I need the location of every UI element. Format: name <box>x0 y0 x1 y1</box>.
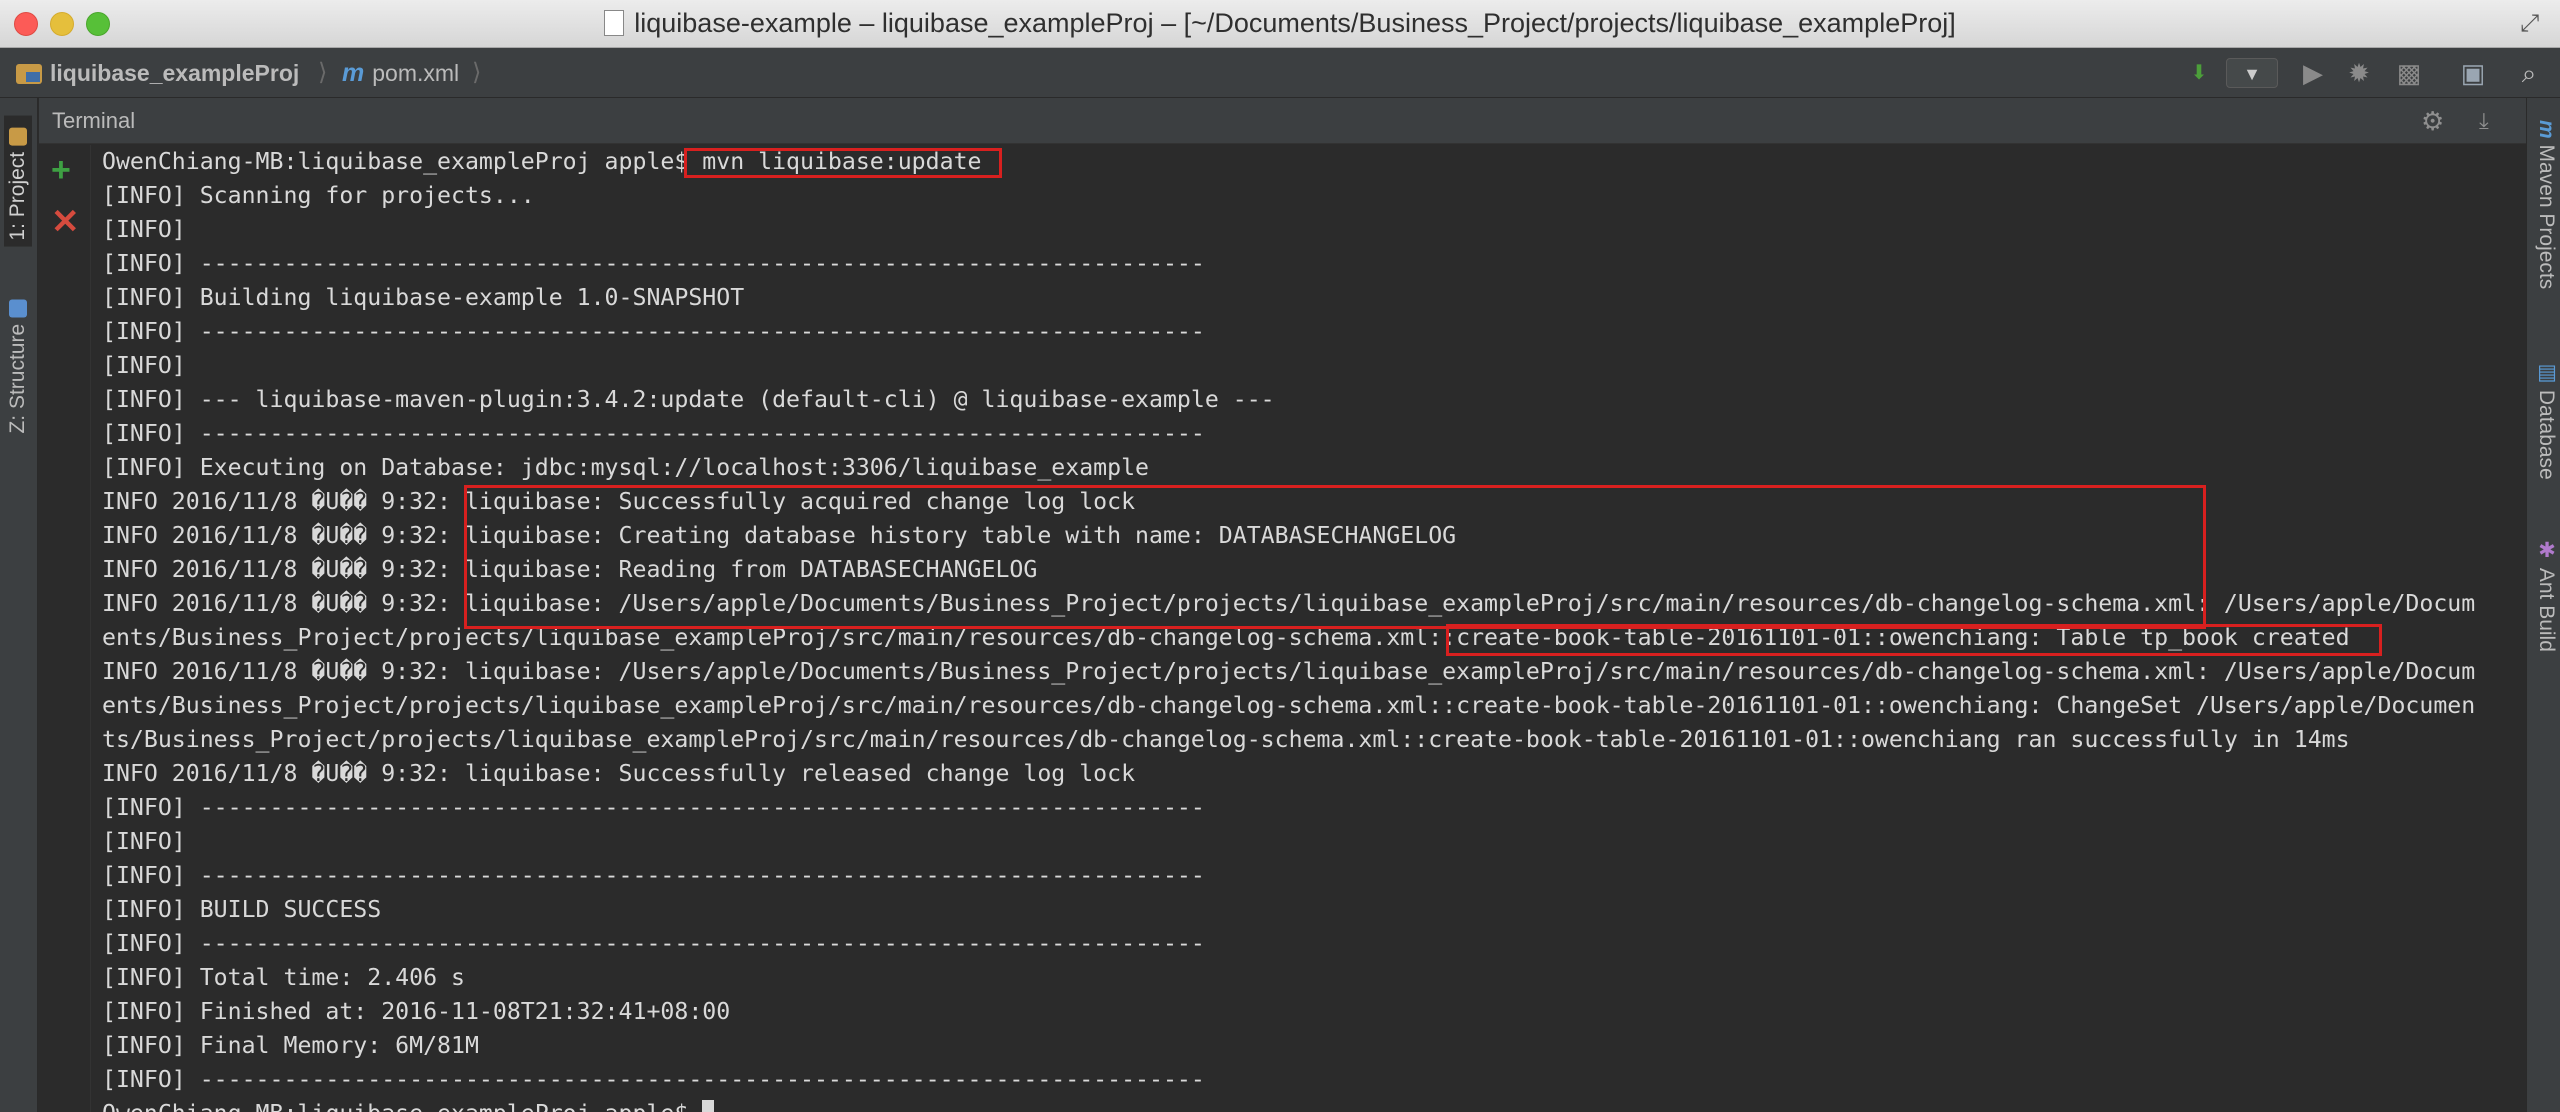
gear-icon[interactable]: ⚙ <box>2421 106 2444 137</box>
terminal-line: ents/Business_Project/projects/liquibase… <box>102 692 2476 719</box>
plus-icon[interactable]: + <box>51 153 71 187</box>
run-icon[interactable]: ▶ <box>2296 58 2330 88</box>
breadcrumb-file-label: pom.xml <box>372 60 460 86</box>
terminal-line: [INFO] BUILD SUCCESS <box>102 896 382 923</box>
terminal-line: ts/Business_Project/projects/liquibase_e… <box>102 726 2350 753</box>
terminal-current-prompt-text: OwenChiang-MB:liquibase_exampleProj appl… <box>102 1100 702 1112</box>
terminal-line: [INFO] Finished at: 2016-11-08T21:32:41+… <box>102 998 731 1025</box>
terminal-line: [INFO] Executing on Database: jdbc:mysql… <box>102 454 1150 481</box>
terminal-line: [INFO] ---------------------------------… <box>102 250 1205 277</box>
window-title-text: liquibase-example – liquibase_examplePro… <box>634 8 1956 38</box>
terminal-line: [INFO] Total time: 2.406 s <box>102 964 465 991</box>
terminal-line: [INFO] <box>102 352 186 379</box>
breadcrumb-project[interactable]: liquibase_exampleProj <box>16 58 299 88</box>
highlight-box-table-created <box>1446 624 2382 656</box>
tab-database[interactable]: ▤ Database <box>2534 360 2558 480</box>
debug-icon[interactable]: ✹ <box>2342 58 2376 88</box>
terminal-gutter: + ✕ <box>39 145 91 1112</box>
highlight-box-command <box>684 148 1002 178</box>
terminal-line: [INFO] <box>102 828 186 855</box>
document-icon <box>604 10 625 36</box>
fullscreen-icon[interactable]: ⤢ <box>2520 10 2546 37</box>
ant-icon: ✱ <box>2535 538 2558 562</box>
terminal-line: [INFO] ---------------------------------… <box>102 930 1205 957</box>
terminal-line: INFO 2016/11/8 �U�� 9:32: liquibase: /Us… <box>102 658 2476 685</box>
window-title: liquibase-example – liquibase_examplePro… <box>0 8 2560 39</box>
tab-database-label: Database <box>2535 389 2558 480</box>
tab-project-label: 1: Project <box>6 151 29 241</box>
tab-project[interactable]: 1: Project <box>4 116 32 247</box>
terminal-line: [INFO] --- liquibase-maven-plugin:3.4.2:… <box>102 386 1275 413</box>
breadcrumb-file[interactable]: m pom.xml <box>342 58 459 88</box>
tab-ant-build[interactable]: ✱ Ant Build <box>2534 538 2558 652</box>
terminal-line: [INFO] Scanning for projects... <box>102 182 535 209</box>
tab-ant-build-label: Ant Build <box>2535 567 2558 652</box>
terminal-line: INFO 2016/11/8 �U�� 9:32: liquibase: Suc… <box>102 760 1136 787</box>
terminal-line: [INFO] Building liquibase-example 1.0-SN… <box>102 284 745 311</box>
tab-structure[interactable]: Z: Structure <box>4 288 32 440</box>
maven-file-icon: m <box>342 59 365 87</box>
database-icon: ▤ <box>2535 360 2558 384</box>
project-folder-icon <box>16 64 42 84</box>
tab-structure-label: Z: Structure <box>6 323 29 434</box>
terminal-line: [INFO] Final Memory: 6M/81M <box>102 1032 479 1059</box>
maven-icon: m <box>2535 120 2558 139</box>
highlight-box-liquibase-messages <box>464 485 2206 629</box>
breadcrumb-separator-icon: ⟩ <box>472 59 482 86</box>
navigation-bar: liquibase_exampleProj ⟩ m pom.xml ⟩ ⬇ ▼ ▶… <box>0 48 2560 98</box>
tab-maven-projects-label: Maven Projects <box>2535 144 2558 290</box>
terminal-line: [INFO] ---------------------------------… <box>102 1066 1205 1093</box>
hide-icon[interactable]: ⤓ <box>2479 108 2489 134</box>
breadcrumb-separator-icon: ⟩ <box>318 59 328 86</box>
terminal-title: Terminal <box>52 108 136 133</box>
structure-icon <box>9 300 27 318</box>
left-tool-window-strip: 1: Project Z: Structure <box>0 98 38 1112</box>
close-icon[interactable]: ✕ <box>51 205 80 239</box>
right-tool-window-strip: m Maven Projects ▤ Database ✱ Ant Build <box>2526 98 2560 1112</box>
coverage-icon[interactable]: ▩ <box>2392 58 2426 88</box>
search-everywhere-icon[interactable]: ⌕ <box>2512 58 2546 88</box>
terminal-cursor <box>702 1100 715 1112</box>
breadcrumb-project-label: liquibase_exampleProj <box>50 60 300 86</box>
tab-maven-projects[interactable]: m Maven Projects <box>2534 120 2558 289</box>
terminal-line: [INFO] ---------------------------------… <box>102 794 1205 821</box>
terminal-line: [INFO] ---------------------------------… <box>102 862 1205 889</box>
terminal-header: Terminal ⚙ ⤓ <box>39 98 2526 144</box>
run-config-dropdown[interactable]: ▼ <box>2226 58 2278 88</box>
project-structure-icon[interactable]: ▣ <box>2456 58 2490 88</box>
vcs-update-icon[interactable]: ⬇ <box>2182 58 2216 88</box>
project-icon <box>9 128 27 146</box>
terminal-prompt-line: OwenChiang-MB:liquibase_exampleProj appl… <box>102 148 982 175</box>
terminal-line: [INFO] ---------------------------------… <box>102 420 1205 447</box>
terminal-current-prompt: OwenChiang-MB:liquibase_exampleProj appl… <box>102 1097 2522 1112</box>
terminal-line: [INFO] ---------------------------------… <box>102 318 1205 345</box>
window-titlebar: liquibase-example – liquibase_examplePro… <box>0 0 2560 48</box>
terminal-line: [INFO] <box>102 216 186 243</box>
